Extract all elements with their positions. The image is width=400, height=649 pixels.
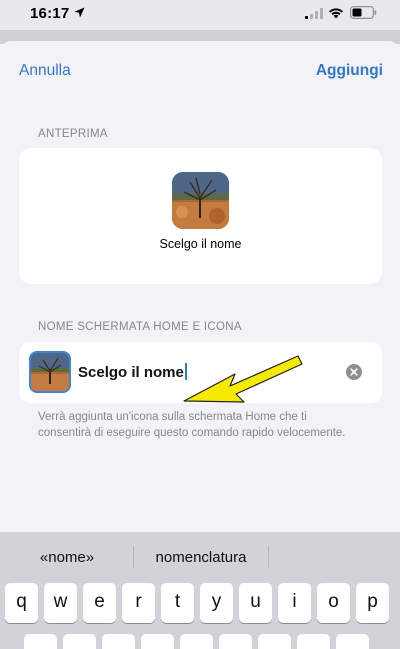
signal-icon xyxy=(305,8,323,19)
status-time: 16:17 xyxy=(30,5,70,22)
keyboard: «nome» nomenclatura q w e r t y u i o p xyxy=(0,532,400,649)
key[interactable] xyxy=(102,634,135,649)
key[interactable] xyxy=(24,634,57,649)
key-y[interactable]: y xyxy=(200,583,233,623)
key-u[interactable]: u xyxy=(239,583,272,623)
shortcut-icon-button[interactable] xyxy=(29,351,71,393)
shortcut-icon-preview xyxy=(172,172,229,229)
key-w[interactable]: w xyxy=(44,583,77,623)
key[interactable] xyxy=(141,634,174,649)
clear-icon[interactable] xyxy=(346,364,362,380)
arrow-annotation xyxy=(183,355,303,403)
suggestion-1[interactable]: «nome» xyxy=(24,549,110,566)
key-r[interactable]: r xyxy=(122,583,155,623)
key[interactable] xyxy=(63,634,96,649)
home-screen-name-input[interactable]: Scelgo il nome xyxy=(78,363,187,381)
suggestion-2[interactable]: nomenclatura xyxy=(140,549,262,566)
key-e[interactable]: e xyxy=(83,583,116,623)
key-o[interactable]: o xyxy=(317,583,350,623)
suggestion-divider xyxy=(133,546,134,568)
name-input-text: Scelgo il nome xyxy=(78,364,184,381)
preview-section-title: ANTEPRIMA xyxy=(38,128,108,140)
key-p[interactable]: p xyxy=(356,583,389,623)
key-i[interactable]: i xyxy=(278,583,311,623)
battery-icon xyxy=(350,6,377,19)
key[interactable] xyxy=(180,634,213,649)
suggestion-divider xyxy=(268,546,269,568)
key[interactable] xyxy=(336,634,369,649)
key[interactable] xyxy=(258,634,291,649)
key-q[interactable]: q xyxy=(5,583,38,623)
key[interactable] xyxy=(297,634,330,649)
key-t[interactable]: t xyxy=(161,583,194,623)
cancel-button[interactable]: Annulla xyxy=(19,62,71,80)
key[interactable] xyxy=(219,634,252,649)
wifi-icon xyxy=(329,8,343,19)
location-arrow-icon xyxy=(74,7,85,18)
preview-shortcut-name: Scelgo il nome xyxy=(159,237,242,251)
preview-card: Scelgo il nome xyxy=(19,148,382,284)
home-screen-section-title: NOME SCHERMATA HOME E ICONA xyxy=(38,321,242,333)
status-bar: 16:17 xyxy=(0,0,400,30)
add-button[interactable]: Aggiungi xyxy=(316,62,383,80)
